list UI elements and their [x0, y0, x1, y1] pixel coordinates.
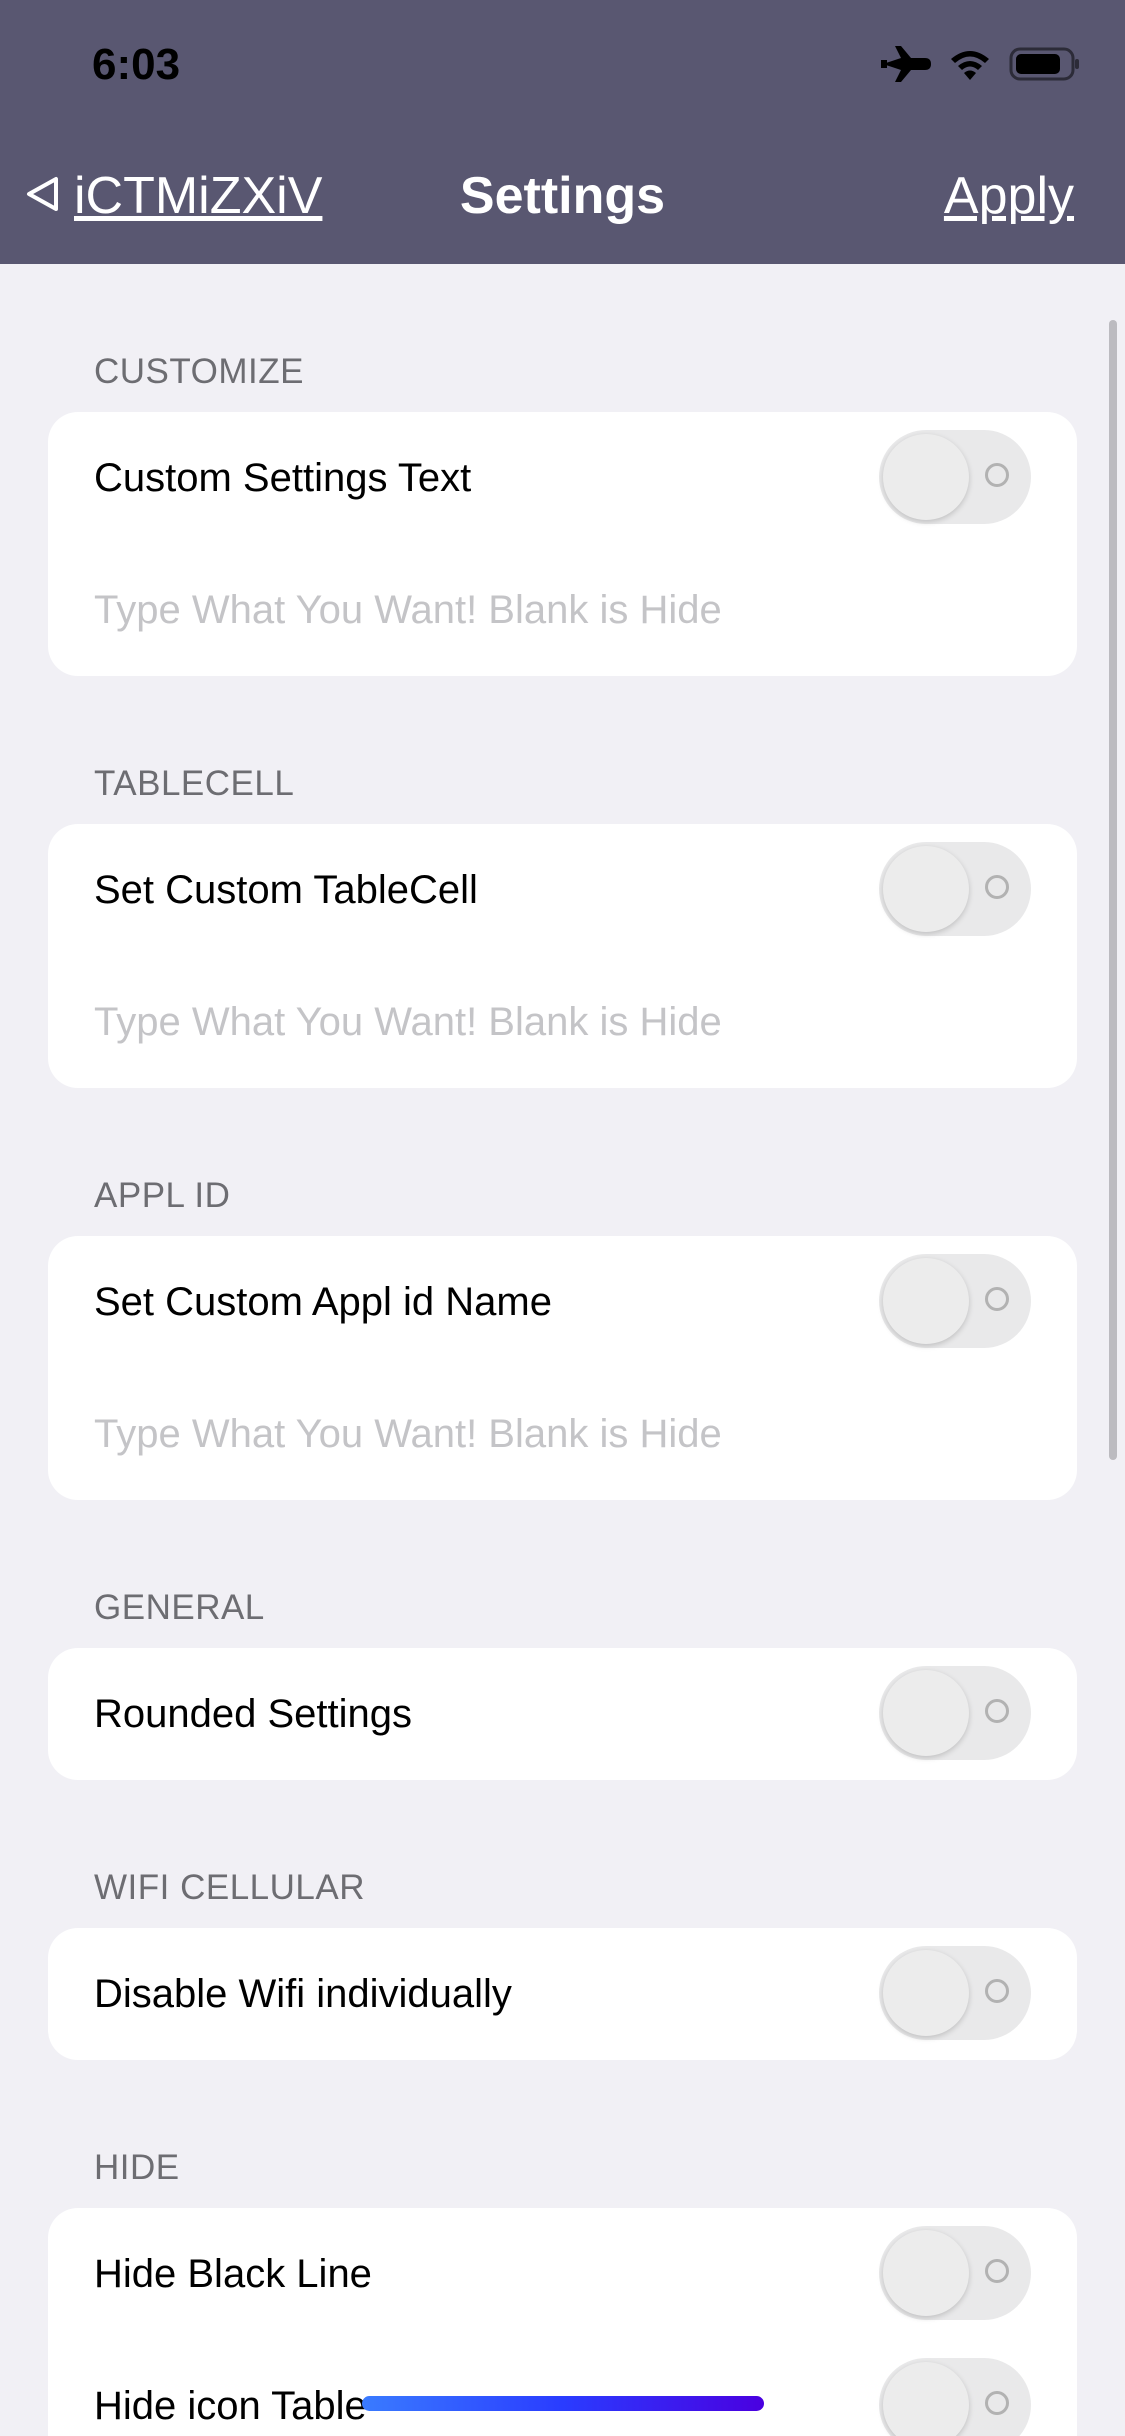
section-header-tablecell: TABLECELL [94, 764, 295, 803]
back-arrow-icon [24, 166, 60, 226]
section-header-general: GENERAL [94, 1588, 265, 1627]
status-time: 6:03 [92, 40, 181, 89]
row-label: Custom Settings Text [94, 455, 472, 500]
rounded-settings-toggle[interactable] [879, 1666, 1031, 1760]
card-appl-id: Set Custom Appl id Name Type What You Wa… [48, 1236, 1077, 1500]
toggle-knob [883, 2362, 969, 2436]
row-label: Hide icon Table [94, 2383, 367, 2428]
custom-settings-text-row[interactable]: Custom Settings Text [48, 412, 1077, 544]
section-header-wifi-cellular: WIFI CELLULAR [94, 1868, 365, 1907]
card-tablecell: Set Custom TableCell Type What You Want!… [48, 824, 1077, 1088]
status-icons [879, 44, 1081, 84]
hide-black-line-toggle[interactable] [879, 2226, 1031, 2320]
row-label: Rounded Settings [94, 1691, 413, 1736]
row-label: Disable Wifi individually [94, 1971, 512, 2016]
back-button-label: iCTMiZXiV [74, 167, 323, 225]
custom-tablecell-row[interactable]: Set Custom TableCell [48, 824, 1077, 956]
card-general: Rounded Settings [48, 1648, 1077, 1780]
custom-settings-text-input-row[interactable]: Type What You Want! Blank is Hide [48, 544, 1077, 676]
disable-wifi-toggle[interactable] [879, 1946, 1031, 2040]
card-customize: Custom Settings Text Type What You Want!… [48, 412, 1077, 676]
home-indicator[interactable] [362, 2396, 764, 2411]
hide-icon-table-row[interactable]: Hide icon Table [48, 2340, 1077, 2436]
custom-settings-text-input[interactable]: Type What You Want! Blank is Hide [94, 588, 722, 633]
rounded-settings-row[interactable]: Rounded Settings [48, 1648, 1077, 1780]
toggle-knob [883, 434, 969, 520]
section-header-customize: CUSTOMIZE [94, 352, 304, 391]
custom-tablecell-input-row[interactable]: Type What You Want! Blank is Hide [48, 956, 1077, 1088]
custom-appl-id-input[interactable]: Type What You Want! Blank is Hide [94, 1412, 722, 1457]
navigation-bar: 6:03 iCTMiZXiV Settings Apply [0, 0, 1125, 264]
airplane-icon [879, 44, 931, 84]
custom-appl-id-input-row[interactable]: Type What You Want! Blank is Hide [48, 1368, 1077, 1500]
section-header-appl-id: APPL ID [94, 1176, 231, 1215]
custom-settings-text-toggle[interactable] [879, 430, 1031, 524]
battery-icon [1009, 47, 1081, 81]
hide-black-line-row[interactable]: Hide Black Line [48, 2208, 1077, 2340]
toggle-knob [883, 1258, 969, 1344]
custom-tablecell-input[interactable]: Type What You Want! Blank is Hide [94, 1000, 722, 1045]
toggle-off-icon [985, 2259, 1009, 2283]
apply-button[interactable]: Apply [944, 166, 1074, 226]
section-header-hide: HIDE [94, 2148, 180, 2187]
toggle-knob [883, 2230, 969, 2316]
toggle-knob [883, 1950, 969, 2036]
disable-wifi-row[interactable]: Disable Wifi individually [48, 1928, 1077, 2060]
hide-icon-table-toggle[interactable] [879, 2358, 1031, 2436]
scroll-indicator[interactable] [1109, 320, 1117, 1460]
toggle-knob [883, 1670, 969, 1756]
row-label: Hide Black Line [94, 2251, 372, 2296]
custom-appl-id-row[interactable]: Set Custom Appl id Name [48, 1236, 1077, 1368]
toggle-knob [883, 846, 969, 932]
toggle-off-icon [985, 875, 1009, 899]
row-label: Set Custom Appl id Name [94, 1279, 552, 1324]
row-label: Set Custom TableCell [94, 867, 478, 912]
back-button[interactable]: iCTMiZXiV [24, 166, 322, 226]
custom-tablecell-toggle[interactable] [879, 842, 1031, 936]
toggle-off-icon [985, 463, 1009, 487]
toggle-off-icon [985, 1979, 1009, 2003]
toggle-off-icon [985, 2391, 1009, 2415]
card-wifi-cellular: Disable Wifi individually [48, 1928, 1077, 2060]
toggle-off-icon [985, 1287, 1009, 1311]
custom-appl-id-toggle[interactable] [879, 1254, 1031, 1348]
wifi-icon [947, 46, 993, 82]
toggle-off-icon [985, 1699, 1009, 1723]
